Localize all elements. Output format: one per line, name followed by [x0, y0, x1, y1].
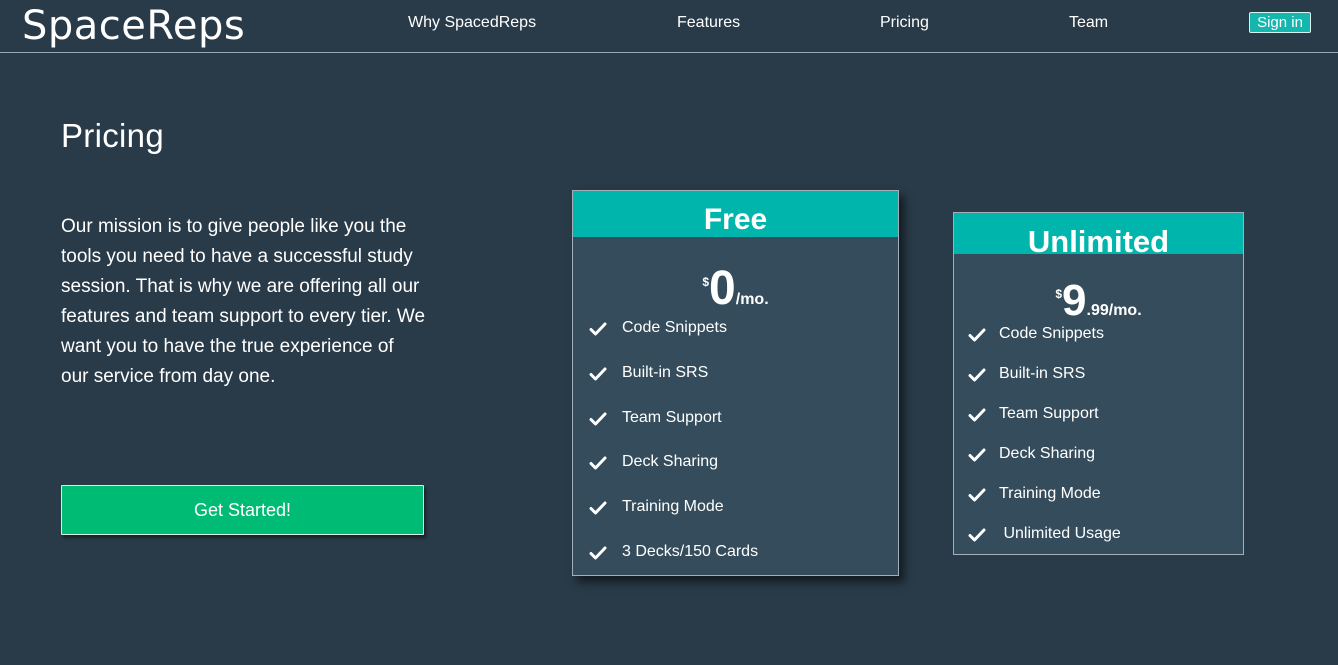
price-amount: 0 — [709, 262, 736, 315]
feature-label: Built-in SRS — [999, 365, 1086, 382]
feature-label: Training Mode — [999, 485, 1101, 502]
price-period: .99/mo. — [1086, 302, 1142, 319]
mission-text: Our mission is to give people like you t… — [61, 216, 426, 387]
feature-label: Deck Sharing — [999, 445, 1096, 462]
feature-item: Unlimited Usage — [954, 525, 1243, 565]
feature-item: Deck Sharing — [954, 445, 1243, 485]
feature-item: Team Support — [954, 405, 1243, 445]
check-icon — [589, 456, 607, 470]
feature-label: Built-in SRS — [622, 363, 709, 381]
check-icon — [968, 528, 986, 542]
feature-label: Code Snippets — [622, 319, 727, 336]
check-icon — [589, 367, 607, 381]
check-icon — [589, 501, 607, 515]
feature-item: Code Snippets — [573, 319, 898, 364]
plan-name: Free — [573, 191, 898, 237]
sign-in-button[interactable]: Sign in — [1249, 12, 1311, 33]
plan-card-free: Free $0/mo. Code Snippets Built-in SRS T… — [572, 190, 899, 576]
check-icon — [968, 368, 986, 382]
check-icon — [968, 408, 986, 422]
feature-item: Built-in SRS — [573, 364, 898, 409]
get-started-button[interactable]: Get Started! — [61, 485, 424, 535]
navbar: SpaceReps Why SpacedReps Features Pricin… — [0, 0, 1338, 53]
plan-price: $9.99/mo. — [954, 275, 1243, 327]
feature-item: Training Mode — [573, 498, 898, 543]
price-currency: $ — [702, 275, 710, 289]
plan-name: Unlimited — [954, 213, 1243, 254]
price-period: /mo. — [735, 291, 769, 308]
page-title: Pricing — [61, 117, 164, 154]
check-icon — [589, 546, 607, 560]
check-icon — [968, 328, 986, 342]
check-icon — [968, 448, 986, 462]
plan-price: $0/mo. — [573, 263, 898, 315]
feature-label: Deck Sharing — [622, 453, 719, 471]
nav-link-team[interactable]: Team — [1069, 14, 1108, 32]
check-icon — [968, 488, 986, 502]
feature-item: Training Mode — [954, 485, 1243, 525]
logo[interactable]: SpaceReps — [22, 3, 245, 49]
plan-card-unlimited: Unlimited $9.99/mo. Code Snippets Built-… — [953, 212, 1244, 555]
feature-label: Team Support — [622, 408, 722, 426]
feature-item: Built-in SRS — [954, 365, 1243, 405]
check-icon — [589, 412, 607, 426]
feature-item: 3 Decks/150 Cards — [573, 543, 898, 588]
feature-list: Code Snippets Built-in SRS Team Support … — [573, 319, 898, 588]
price-currency: $ — [1055, 287, 1063, 301]
nav-link-pricing[interactable]: Pricing — [880, 14, 929, 32]
feature-label: 3 Decks/150 Cards — [622, 542, 759, 560]
feature-label: Code Snippets — [999, 325, 1104, 342]
nav-link-why[interactable]: Why SpacedReps — [408, 14, 536, 32]
check-icon — [589, 322, 607, 336]
price-amount: 9 — [1062, 276, 1087, 325]
feature-item: Deck Sharing — [573, 453, 898, 498]
feature-item: Team Support — [573, 409, 898, 454]
feature-label: Training Mode — [622, 498, 724, 516]
feature-list: Code Snippets Built-in SRS Team Support … — [954, 325, 1243, 565]
nav-link-features[interactable]: Features — [677, 14, 740, 32]
feature-item: Code Snippets — [954, 325, 1243, 365]
feature-label: Team Support — [999, 405, 1099, 422]
feature-label: Unlimited Usage — [999, 525, 1121, 542]
